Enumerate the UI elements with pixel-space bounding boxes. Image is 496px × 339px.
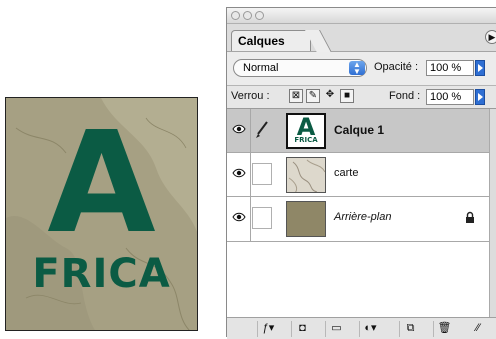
fill-slider-button[interactable] xyxy=(475,89,485,105)
layer-thumbnail xyxy=(286,157,326,193)
add-mask-icon[interactable]: ◘ xyxy=(291,321,313,337)
layer-link-cell[interactable] xyxy=(252,207,272,229)
new-layer-icon[interactable]: ⧉ xyxy=(399,321,421,337)
layer-name: carte xyxy=(334,167,359,179)
minimize-window-button[interactable] xyxy=(243,11,252,20)
visibility-toggle[interactable] xyxy=(227,109,251,152)
opacity-label: Opacité : xyxy=(374,61,419,73)
canvas-document[interactable]: A FRICA xyxy=(5,97,198,331)
visibility-toggle[interactable] xyxy=(227,197,251,241)
lock-fill-row: Verrou : ⊠ ✎ ✥ ■ Fond : 100 % xyxy=(227,86,496,109)
fill-field[interactable]: 100 % xyxy=(426,89,474,105)
layer-row-arriere-plan[interactable]: Arrière-plan xyxy=(227,197,489,242)
layer-row-carte[interactable]: carte xyxy=(227,153,489,197)
layer-style-icon[interactable]: ƒ▾ xyxy=(257,321,279,337)
layer-list: A FRICA Calque 1 carte Arrière-plan xyxy=(227,109,496,317)
layer-link-cell[interactable] xyxy=(252,163,272,185)
tab-layers[interactable]: Calques xyxy=(231,30,311,51)
lock-all-icon[interactable]: ■ xyxy=(340,89,354,103)
chevron-updown-icon: ▲ ▼ xyxy=(349,61,365,76)
close-window-button[interactable] xyxy=(231,11,240,20)
eye-icon xyxy=(232,168,246,178)
fill-label: Fond : xyxy=(389,90,421,102)
lock-position-icon[interactable]: ✥ xyxy=(323,89,337,103)
opacity-field[interactable]: 100 % xyxy=(426,60,474,76)
layer-row-calque-1[interactable]: A FRICA Calque 1 xyxy=(227,109,489,153)
layer-thumbnail: A FRICA xyxy=(286,113,326,149)
opacity-slider-button[interactable] xyxy=(475,60,485,76)
palette-bottom-bar: ƒ▾ ◘ ▭ ◐▾ ⧉ 🗑 ⁄⁄ xyxy=(227,317,496,339)
blend-mode-select[interactable]: Normal ▲ ▼ xyxy=(233,59,367,77)
palette-titlebar[interactable] xyxy=(227,8,496,24)
eye-icon xyxy=(232,212,246,222)
new-set-icon[interactable]: ▭ xyxy=(325,321,347,337)
zoom-window-button[interactable] xyxy=(255,11,264,20)
layers-palette: Calques ▶ Normal ▲ ▼ Opacité : 100 % Verr… xyxy=(226,7,496,339)
layer-thumbnail xyxy=(286,201,326,237)
lock-transparency-icon[interactable]: ⊠ xyxy=(289,89,303,103)
palette-menu-button[interactable]: ▶ xyxy=(485,30,496,44)
resize-grip-icon[interactable]: ⁄⁄ xyxy=(467,321,489,337)
trash-icon[interactable]: 🗑 xyxy=(433,321,455,337)
palette-tab-row: Calques ▶ xyxy=(227,24,496,52)
lock-label: Verrou : xyxy=(231,90,270,102)
lock-pixels-icon[interactable]: ✎ xyxy=(306,89,320,103)
brush-icon xyxy=(252,119,272,141)
canvas-title-letter: A xyxy=(47,102,156,265)
map-thumb xyxy=(287,158,325,192)
layer-name: Calque 1 xyxy=(334,123,385,137)
canvas-title-word: FRICA xyxy=(32,251,171,297)
layer-name: Arrière-plan xyxy=(334,211,392,223)
thumb-word: FRICA xyxy=(294,136,318,144)
layer-list-scrollbar[interactable] xyxy=(489,109,496,317)
eye-icon xyxy=(232,124,246,134)
lock-icon xyxy=(466,211,474,223)
visibility-toggle[interactable] xyxy=(227,153,251,196)
blend-opacity-row: Normal ▲ ▼ Opacité : 100 % xyxy=(227,52,496,86)
adjustment-layer-icon[interactable]: ◐▾ xyxy=(359,321,381,337)
blend-mode-value: Normal xyxy=(243,62,279,74)
